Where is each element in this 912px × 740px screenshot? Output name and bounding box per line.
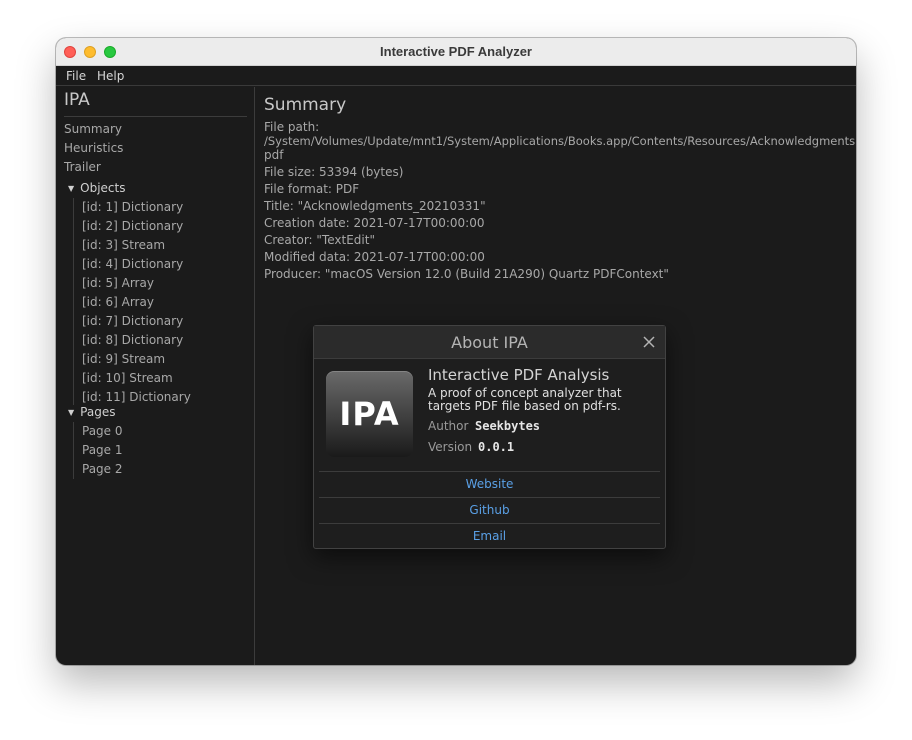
sidebar-divider — [64, 116, 247, 117]
object-item-6[interactable]: [id: 6] Array — [82, 293, 154, 311]
sidebar: IPA Summary Heuristics Trailer ▼ Objects … — [56, 87, 255, 665]
creation-date: Creation date: 2021-07-17T00:00:00 — [264, 216, 485, 230]
file-format: File format: PDF — [264, 182, 360, 196]
sidebar-heading: IPA — [64, 90, 90, 110]
tree-objects-guide — [73, 198, 74, 405]
page-item-0[interactable]: Page 0 — [82, 422, 123, 440]
about-dialog: About IPA IPA Interactive PDF Analysis A… — [313, 325, 666, 549]
file-path-value-line1: /System/Volumes/Update/mnt1/System/Appli… — [264, 134, 856, 148]
file-size: File size: 53394 (bytes) — [264, 165, 404, 179]
object-item-5[interactable]: [id: 5] Array — [82, 274, 154, 292]
page-title: Summary — [264, 95, 347, 115]
sidebar-item-heuristics[interactable]: Heuristics — [64, 139, 123, 157]
page-item-1[interactable]: Page 1 — [82, 441, 123, 459]
tree-pages-guide — [73, 422, 74, 479]
app-logo: IPA — [326, 371, 413, 457]
menu-help[interactable]: Help — [97, 66, 124, 86]
about-dialog-header: About IPA — [314, 326, 665, 359]
object-item-7[interactable]: [id: 7] Dictionary — [82, 312, 183, 330]
tree-objects-label: Objects — [80, 181, 126, 195]
object-item-3[interactable]: [id: 3] Stream — [82, 236, 165, 254]
website-link[interactable]: Website — [319, 471, 660, 497]
document-title: Title: "Acknowledgments_20210331" — [264, 199, 486, 213]
app-description: A proof of concept analyzer that targets… — [428, 386, 622, 413]
close-icon[interactable] — [641, 334, 657, 350]
version-value: 0.0.1 — [478, 440, 515, 454]
triangle-down-icon: ▼ — [68, 184, 75, 193]
menu-bar: File Help — [56, 66, 856, 86]
tree-objects-header[interactable]: ▼ Objects — [68, 179, 126, 197]
author-value: Seekbytes — [475, 419, 541, 433]
object-item-10[interactable]: [id: 10] Stream — [82, 369, 173, 387]
about-dialog-title: About IPA — [451, 333, 528, 352]
author-label: Author — [428, 419, 469, 433]
email-link[interactable]: Email — [319, 523, 660, 549]
title-bar: Interactive PDF Analyzer — [56, 38, 856, 66]
sidebar-item-summary[interactable]: Summary — [64, 120, 122, 138]
version-label: Version — [428, 440, 473, 454]
object-item-4[interactable]: [id: 4] Dictionary — [82, 255, 183, 273]
file-path-value-line2: pdf — [264, 148, 284, 162]
sidebar-item-trailer[interactable]: Trailer — [64, 158, 101, 176]
app-window: Interactive PDF Analyzer File Help IPA S… — [56, 38, 856, 665]
modified-date: Modified data: 2021-07-17T00:00:00 — [264, 250, 485, 264]
page-item-2[interactable]: Page 2 — [82, 460, 123, 478]
triangle-down-icon: ▼ — [68, 408, 75, 417]
object-item-9[interactable]: [id: 9] Stream — [82, 350, 165, 368]
app-logo-text: IPA — [339, 395, 400, 433]
file-path-label: File path: — [264, 120, 320, 134]
object-item-2[interactable]: [id: 2] Dictionary — [82, 217, 183, 235]
tree-pages-header[interactable]: ▼ Pages — [68, 403, 115, 421]
object-item-8[interactable]: [id: 8] Dictionary — [82, 331, 183, 349]
close-icon-graphic — [643, 336, 655, 348]
app-name: Interactive PDF Analysis — [428, 366, 610, 384]
tree-pages-label: Pages — [80, 405, 116, 419]
creator: Creator: "TextEdit" — [264, 233, 375, 247]
object-item-1[interactable]: [id: 1] Dictionary — [82, 198, 183, 216]
github-link[interactable]: Github — [319, 497, 660, 523]
producer: Producer: "macOS Version 12.0 (Build 21A… — [264, 267, 669, 281]
window-title: Interactive PDF Analyzer — [380, 44, 532, 59]
menu-file[interactable]: File — [66, 66, 86, 86]
